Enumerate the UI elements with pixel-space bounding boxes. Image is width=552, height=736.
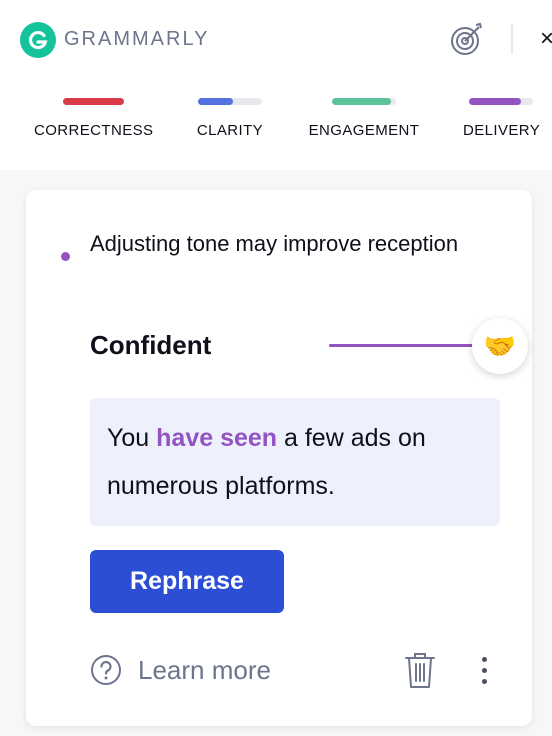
suggestion-highlight[interactable]: have seen xyxy=(156,424,277,452)
goals-button[interactable] xyxy=(446,18,488,60)
rephrase-button[interactable]: Rephrase xyxy=(90,550,284,613)
question-circle-icon xyxy=(90,654,122,686)
tone-label: Confident xyxy=(90,330,212,360)
dismiss-button[interactable] xyxy=(402,650,438,690)
grammarly-logo-icon xyxy=(20,22,56,58)
more-options-button[interactable] xyxy=(474,650,494,690)
score-engagement[interactable]: ENGAGEMENT xyxy=(308,98,420,139)
category-dot xyxy=(61,252,70,261)
more-vertical-icon xyxy=(481,667,487,673)
score-track xyxy=(62,98,124,105)
tone-emoji-button[interactable]: 🤝 xyxy=(472,318,528,374)
learn-more-label: Learn more xyxy=(138,654,271,685)
handshake-icon: 🤝 xyxy=(483,330,517,361)
score-label: DELIVERY xyxy=(463,122,541,139)
close-button[interactable]: × xyxy=(540,24,552,54)
target-icon xyxy=(451,22,482,55)
header-divider xyxy=(511,24,513,54)
learn-more-link[interactable]: Learn more xyxy=(90,650,271,690)
score-bar: CORRECTNESS CLARITY ENGAGEMENT DELIVERY xyxy=(0,80,552,170)
score-fill-correctness xyxy=(62,98,124,105)
suggestion-text-box: You have seen a few ads on numerous plat… xyxy=(90,398,500,526)
more-vertical-icon xyxy=(481,678,487,684)
score-fill-delivery xyxy=(469,98,522,105)
suggestion-card[interactable]: Adjusting tone may improve reception Con… xyxy=(26,190,532,726)
trash-icon xyxy=(405,653,435,688)
score-correctness[interactable]: CORRECTNESS xyxy=(34,98,154,139)
score-label: CLARITY xyxy=(196,122,264,139)
suggestion-text-before: You xyxy=(107,424,157,452)
score-label: CORRECTNESS xyxy=(34,122,154,139)
close-icon: × xyxy=(540,25,552,52)
score-label: ENGAGEMENT xyxy=(308,122,420,139)
tone-meter-line xyxy=(329,344,479,347)
score-track xyxy=(469,98,533,105)
card-title: Adjusting tone may improve reception xyxy=(90,231,459,256)
brand-name: GRAMMARLY xyxy=(64,28,210,50)
app-header: GRAMMARLY × xyxy=(0,0,552,80)
score-track xyxy=(332,98,396,105)
more-vertical-icon xyxy=(481,656,487,662)
score-fill-clarity xyxy=(198,98,234,105)
score-delivery[interactable]: DELIVERY xyxy=(463,98,541,139)
score-fill-engagement xyxy=(332,98,391,105)
score-track xyxy=(198,98,262,105)
score-clarity[interactable]: CLARITY xyxy=(196,98,264,139)
